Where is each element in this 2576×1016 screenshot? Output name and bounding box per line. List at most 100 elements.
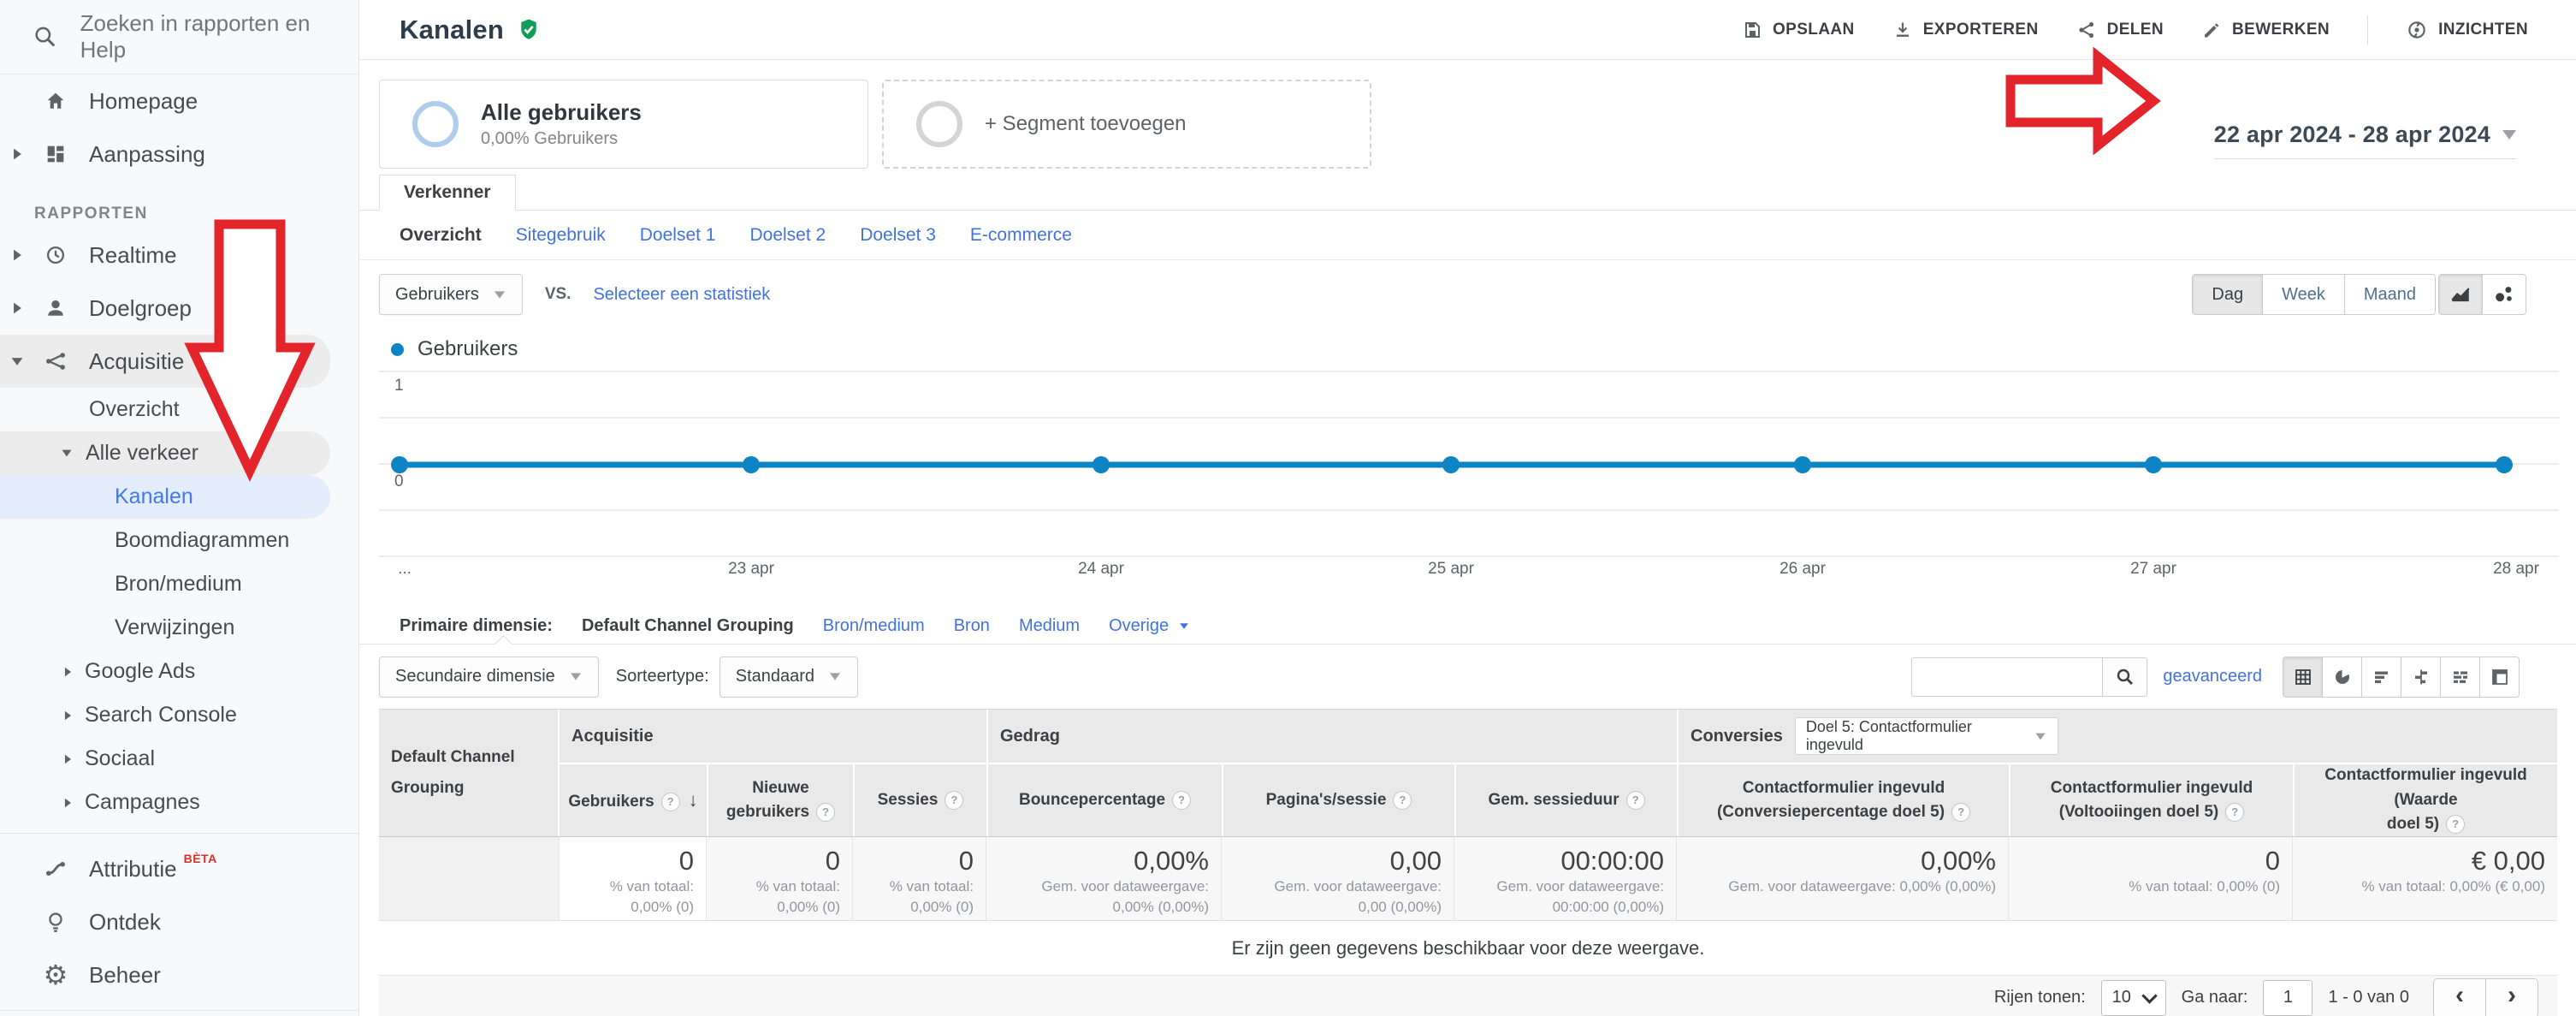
table-search-button[interactable] [2103,657,2147,697]
select-metric-link[interactable]: Selecteer een statistiek [593,285,770,305]
help-icon[interactable] [2446,815,2465,834]
sidebar-item-aanpassing[interactable]: Aanpassing [0,128,358,181]
subtab-sitegebruik[interactable]: Sitegebruik [516,225,606,246]
sidebar-item-kanalen[interactable]: Kanalen [0,475,330,519]
tab-verkenner[interactable]: Verkenner [379,175,516,211]
insights-button[interactable]: INZICHTEN [2406,19,2528,41]
dimension-column-header[interactable]: Default Channel Grouping [379,710,560,836]
help-icon[interactable] [1626,791,1645,810]
home-icon [34,89,77,113]
save-button[interactable]: OPSLAAN [1742,20,1855,40]
subtab-doelset3[interactable]: Doelset 3 [860,225,936,246]
column-header-voltooiingen[interactable]: Contactformulier ingevuld (Voltooiingen … [2009,764,2293,836]
date-range-selector[interactable]: 22 apr 2024 - 28 apr 2024 [2214,122,2516,159]
insights-icon [2406,19,2428,41]
help-icon[interactable] [661,793,680,811]
share-button[interactable]: DELEN [2076,20,2164,40]
chevron-down-icon [2035,733,2045,740]
sidebar-item-boomdiagrammen[interactable]: Boomdiagrammen [0,519,358,562]
sidebar-item-attributie[interactable]: Attributie BÈTA [0,842,358,895]
sidebar-item-alle-verkeer[interactable]: Alle verkeer [0,431,330,475]
granularity-dag[interactable]: Dag [2193,275,2262,314]
secondary-dimension-dropdown[interactable]: Secundaire dimensie [379,657,599,698]
dimension-bron[interactable]: Bron [954,616,990,636]
advanced-link[interactable]: geavanceerd [2163,667,2262,686]
edit-button[interactable]: BEWERKEN [2201,20,2330,40]
sidebar-item-search-console[interactable]: Search Console [0,693,358,737]
column-header-gebruikers[interactable]: Gebruikers [560,764,707,836]
sidebar-item-doelgroep[interactable]: Doelgroep [0,282,358,335]
sidebar-item-realtime[interactable]: Realtime [0,229,358,282]
sidebar-item-homepage[interactable]: Homepage [0,74,358,128]
granularity-week[interactable]: Week [2262,275,2344,314]
sidebar-divider [0,1010,358,1011]
help-icon[interactable] [1393,791,1412,810]
add-segment-button[interactable]: + Segment toevoegen [882,80,1371,169]
export-button[interactable]: EXPORTEREN [1892,20,2039,40]
sidebar-item-verwijzingen[interactable]: Verwijzingen [0,606,358,650]
help-icon[interactable] [1172,791,1191,810]
subtab-ecommerce[interactable]: E-commerce [970,225,1072,246]
download-icon [1892,20,1913,40]
summary-voltooiingen: 0 % van totaal: 0,00% (0) [2009,837,2293,920]
sort-type-dropdown[interactable]: Standaard [720,657,858,698]
metric-dropdown[interactable]: Gebruikers [379,274,523,315]
goal-set-dropdown[interactable]: Doel 5: Contactformulier ingevuld [1795,717,2058,755]
summary-conversiepercentage: 0,00% Gem. voor dataweergave: 0,00% (0,0… [1677,837,2009,920]
column-header-gem-sessieduur[interactable]: Gem. sessieduur [1454,764,1677,836]
help-icon[interactable] [2225,803,2244,822]
x-tick: 25 apr [1428,560,1474,579]
dimension-bron-medium[interactable]: Bron/medium [823,616,925,636]
term-cloud-view-button[interactable] [2440,657,2479,697]
column-header-sessies[interactable]: Sessies [853,764,986,836]
granularity-maand[interactable]: Maand [2344,275,2435,314]
column-header-nieuwe-gebruikers[interactable]: Nieuwe gebruikers [707,764,853,836]
dimension-overige[interactable]: Overige [1109,616,1191,636]
subtab-overzicht[interactable]: Overzicht [400,225,482,246]
sidebar-item-bron-medium[interactable]: Bron/medium [0,562,358,606]
sidebar-item-campagnes[interactable]: Campagnes [0,781,358,824]
sidebar-item-overzicht[interactable]: Overzicht [0,388,358,431]
column-header-waarde[interactable]: Contactformulier ingevuld (Waarde doel 5… [2293,764,2557,836]
segment-all-users[interactable]: Alle gebruikers 0,00% Gebruikers [379,80,868,169]
dimension-default-channel-grouping[interactable]: Default Channel Grouping [582,616,794,636]
sidebar-item-google-ads[interactable]: Google Ads [0,650,358,693]
line-chart-button[interactable] [2439,275,2482,314]
sidebar-item-ontdek[interactable]: Ontdek [0,895,358,948]
table-search-input[interactable] [1911,657,2103,697]
performance-view-button[interactable] [2361,657,2401,697]
motion-chart-button[interactable] [2482,275,2526,314]
sidebar-item-beheer[interactable]: ⚙ Beheer [0,948,358,1001]
table-view-button[interactable] [2283,657,2322,697]
sidebar-item-sociaal[interactable]: Sociaal [0,737,358,781]
comparison-view-button[interactable] [2401,657,2440,697]
table-toolbar: Secundaire dimensie Sorteertype: Standaa… [360,645,2576,709]
help-icon[interactable] [945,791,963,810]
percentage-view-button[interactable] [2322,657,2361,697]
goto-page-input[interactable] [2263,980,2312,1016]
column-header-conversiepercentage[interactable]: Contactformulier ingevuld (Conversieperc… [1677,764,2009,836]
page-title: Kanalen [400,15,504,45]
column-header-bouncepercentage[interactable]: Bouncepercentage [986,764,1222,836]
x-tick: 26 apr [1780,560,1826,579]
help-icon[interactable] [1951,803,1970,822]
sidebar-item-acquisitie[interactable]: Acquisitie [0,335,330,388]
segment-band: Alle gebruikers 0,00% Gebruikers + Segme… [360,60,2576,176]
previous-page-button[interactable]: ‹ [2434,979,2485,1016]
pagination: ‹ › [2433,978,2538,1016]
metric-header-row: Gebruikers Nieuwe gebruikers Sessies Bou… [560,763,2557,836]
rows-per-page-select[interactable]: 10 [2101,980,2166,1016]
title-bar: Kanalen OPSLAAN EXPORTEREN DELEN [360,0,2576,60]
sidebar-search[interactable]: Zoeken in rapporten en Help [0,0,358,74]
help-icon[interactable] [816,803,835,822]
pivot-view-button[interactable] [2479,657,2519,697]
share-icon [2076,20,2097,40]
y-tick: 0 [394,472,404,491]
subtab-doelset1[interactable]: Doelset 1 [640,225,716,246]
next-page-button[interactable]: › [2485,979,2538,1016]
dimension-medium[interactable]: Medium [1019,616,1080,636]
column-header-paginas-sessie[interactable]: Pagina's/sessie [1222,764,1454,836]
subtab-doelset2[interactable]: Doelset 2 [749,225,826,246]
collapse-icon [12,358,23,365]
summary-gem-sessieduur: 00:00:00 Gem. voor dataweergave:00:00:00… [1454,837,1677,920]
